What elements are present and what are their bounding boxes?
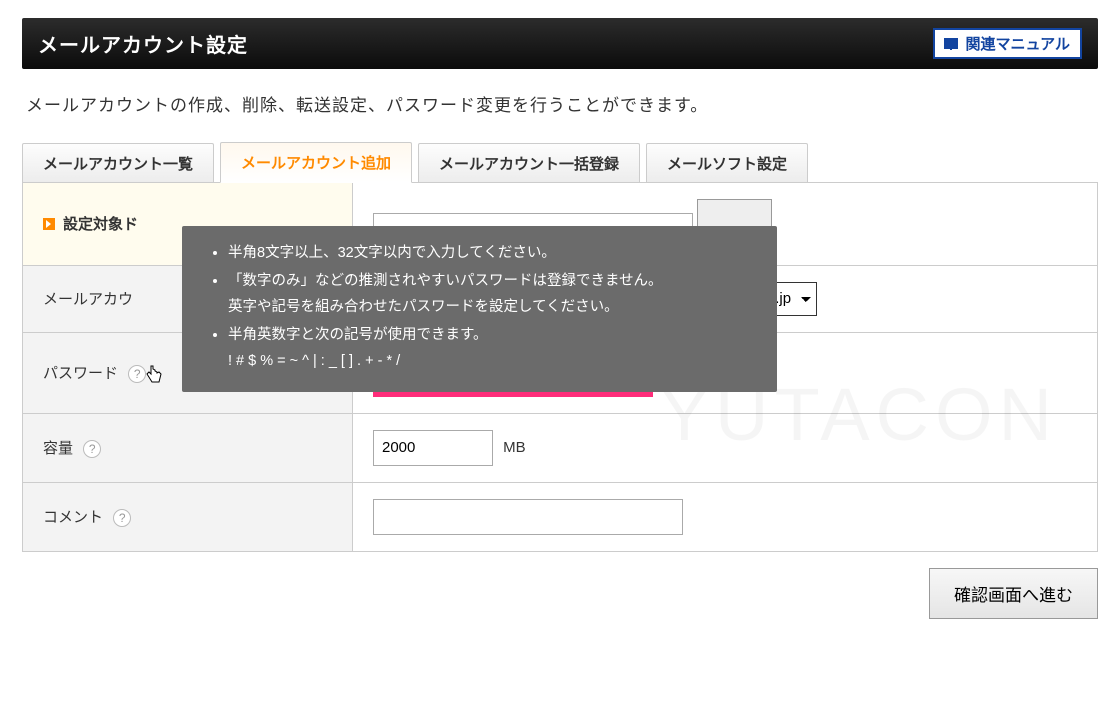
tabs: メールアカウント一覧 メールアカウント追加 メールアカウント一括登録 メールソフ… — [22, 142, 1098, 183]
page-title: メールアカウント設定 — [38, 29, 248, 58]
cursor-hand-icon — [144, 364, 164, 391]
tooltip-line: 半角英数字と次の記号が使用できます。 ! # $ % = ~ ^ | : _ [… — [228, 322, 757, 374]
comment-input[interactable] — [373, 499, 683, 535]
tab-list[interactable]: メールアカウント一覧 — [22, 143, 214, 183]
quota-unit: MB — [503, 439, 526, 456]
row-quota-label: 容量 ? — [23, 413, 353, 482]
related-manual-button[interactable]: 関連マニュアル — [933, 28, 1082, 59]
row-quota-cell: MB — [353, 413, 1098, 482]
bullet-icon — [43, 218, 55, 230]
tab-add[interactable]: メールアカウント追加 — [220, 142, 412, 183]
page-description: メールアカウントの作成、削除、転送設定、パスワード変更を行うことができます。 — [26, 91, 1094, 116]
help-icon[interactable]: ? — [128, 365, 146, 383]
tooltip-line: 半角8文字以上、32文字以内で入力してください。 — [228, 240, 757, 266]
row-comment-cell — [353, 482, 1098, 551]
header-bar: メールアカウント設定 関連マニュアル — [22, 18, 1098, 69]
quota-input[interactable] — [373, 430, 493, 466]
tab-bulk[interactable]: メールアカウント一括登録 — [418, 143, 640, 183]
password-tooltip: 半角8文字以上、32文字以内で入力してください。 「数字のみ」などの推測されやす… — [182, 226, 777, 392]
form-container: YUTACON 半角8文字以上、32文字以内で入力してください。 「数字のみ」な… — [22, 182, 1098, 552]
confirm-button[interactable]: 確認画面へ進む — [929, 568, 1098, 619]
tooltip-line: 「数字のみ」などの推測されやすいパスワードは登録できません。 英字や記号を組み合… — [228, 268, 757, 320]
help-icon[interactable]: ? — [83, 440, 101, 458]
row-comment-label: コメント ? — [23, 482, 353, 551]
help-icon[interactable]: ? — [113, 509, 131, 527]
tab-mailsoft[interactable]: メールソフト設定 — [646, 143, 808, 183]
related-manual-label: 関連マニュアル — [965, 33, 1070, 54]
book-icon — [943, 37, 959, 51]
action-row: 確認画面へ進む — [22, 568, 1098, 619]
